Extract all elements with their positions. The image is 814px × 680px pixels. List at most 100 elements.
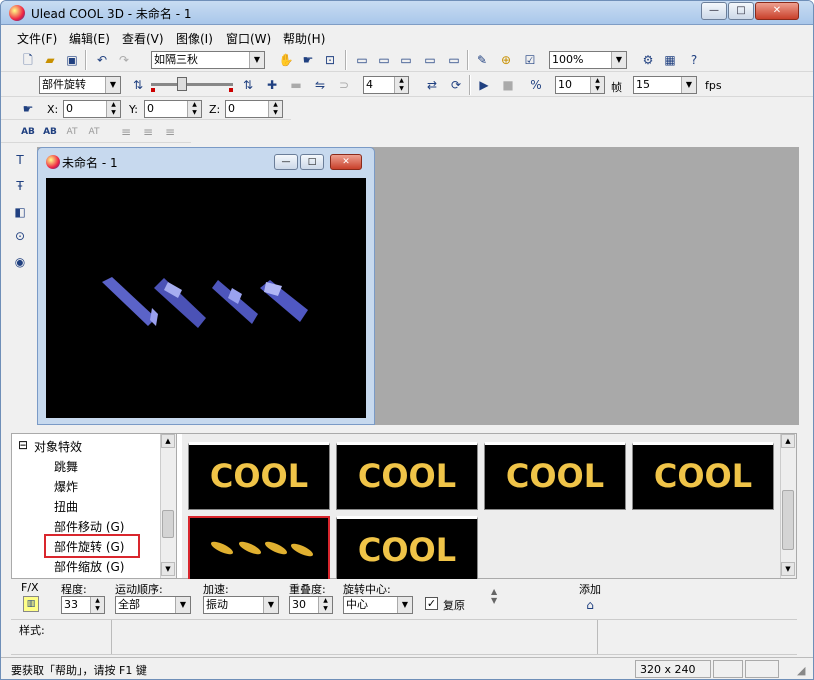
minimize-button[interactable]: — (701, 2, 727, 20)
tree-collapse-icon[interactable]: ⊟ (18, 438, 28, 452)
insert-text-icon[interactable]: T (11, 151, 29, 169)
thumbnail-selected[interactable] (188, 516, 330, 584)
effect-select[interactable]: 部件旋转 ▼ (39, 76, 121, 94)
view-front-icon[interactable]: ▭ (353, 51, 371, 69)
y-stepper[interactable]: 0 ▲ ▼ (144, 100, 202, 118)
close-button[interactable]: ✕ (755, 2, 799, 20)
spin-arrows-icon[interactable]: ▲ ▼ (268, 101, 282, 117)
scroll-thumb[interactable] (162, 510, 174, 538)
spin-arrows-icon[interactable]: ▲ ▼ (590, 77, 604, 93)
degree-stepper[interactable]: 33 ▲ ▼ (61, 596, 105, 614)
help-cursor-icon[interactable]: ? (685, 51, 703, 69)
text-style-2-icon[interactable]: AB (41, 123, 59, 141)
thumbnail[interactable]: COOL (336, 442, 478, 510)
insert-object-icon[interactable]: ◧ (11, 203, 29, 221)
open-folder-icon[interactable]: ▰ (41, 51, 59, 69)
thumbnail[interactable]: COOL (484, 442, 626, 510)
edit-text-icon[interactable]: Ŧ (11, 177, 29, 195)
new-file-icon[interactable]: 🗋 (19, 51, 37, 69)
tree-scrollbar[interactable]: ▲ ▼ (160, 434, 176, 578)
remove-keyframe-icon[interactable]: ▬ (287, 76, 305, 94)
tree-item[interactable]: 部件缩放 (G) (54, 558, 124, 575)
text-style-3-icon[interactable]: AT (63, 123, 81, 141)
view-back-icon[interactable]: ▭ (445, 51, 463, 69)
tree-item[interactable]: 爆炸 (54, 478, 78, 495)
timeline-end-icon[interactable]: ⇅ (239, 76, 257, 94)
text-style-1-icon[interactable]: AB (19, 123, 37, 141)
tree-root[interactable]: 对象特效 (34, 438, 82, 455)
view-top-icon[interactable]: ▭ (397, 51, 415, 69)
tree-item[interactable]: 部件移动 (G) (54, 518, 124, 535)
view-bottom-icon[interactable]: ▭ (421, 51, 439, 69)
menu-file[interactable]: 文件(F) (17, 30, 57, 47)
loop-icon[interactable]: ⟳ (447, 76, 465, 94)
maximize-button[interactable]: □ (728, 2, 754, 20)
fx-toggle-icon[interactable]: ▥ (23, 596, 39, 612)
align-center-icon[interactable]: ≡ (139, 123, 157, 141)
scroll-down-icon[interactable]: ▼ (781, 562, 795, 576)
scroll-down-icon[interactable]: ▼ (161, 562, 175, 576)
tree-item[interactable]: 跳舞 (54, 458, 78, 475)
resize-icon[interactable]: ⊡ (321, 51, 339, 69)
globe-icon[interactable]: ⊕ (497, 51, 515, 69)
reset-checkbox[interactable]: ✓ (425, 597, 438, 610)
text-style-4-icon[interactable]: AT (85, 123, 103, 141)
preset-select[interactable]: 如隔三秋 ▼ (151, 51, 265, 69)
play-icon[interactable]: ▶ (475, 76, 493, 94)
thumbnail[interactable]: COOL (188, 442, 330, 510)
spin-arrows-icon[interactable]: ▲ ▼ (318, 597, 332, 613)
frame-count-stepper[interactable]: 10 ▲ ▼ (555, 76, 605, 94)
swap-icon[interactable]: ⇄ (423, 76, 441, 94)
reverse-keyframe-icon[interactable]: ⇋ (311, 76, 329, 94)
geometry-icon[interactable]: ◉ (11, 253, 29, 271)
gallery-icon[interactable]: ▦ (661, 51, 679, 69)
doc-minimize-button[interactable]: — (274, 154, 298, 170)
add-house-icon[interactable]: ⌂ (581, 596, 599, 614)
z-stepper[interactable]: 0 ▲ ▼ (225, 100, 283, 118)
accel-select[interactable]: 振动 ▼ (203, 596, 279, 614)
timeline-slider[interactable] (151, 77, 233, 93)
tree-item[interactable]: 扭曲 (54, 498, 78, 515)
tool-icon[interactable]: ✎ (473, 51, 491, 69)
position-icon[interactable]: ☛ (19, 100, 37, 118)
align-right-icon[interactable]: ≡ (161, 123, 179, 141)
thumbnail-scrollbar[interactable]: ▲ ▼ (780, 434, 796, 578)
menu-window[interactable]: 窗口(W) (226, 30, 271, 47)
hand-move-icon[interactable]: ✋ (277, 51, 295, 69)
scroll-up-icon[interactable]: ▲ (161, 434, 175, 448)
percent-icon[interactable]: % (527, 76, 545, 94)
align-left-icon[interactable]: ≡ (117, 123, 135, 141)
spin-arrows-icon[interactable]: ▲ ▼ (106, 101, 120, 117)
spin-arrows-icon[interactable]: ▲ ▼ (394, 77, 408, 93)
overlap-stepper[interactable]: 30 ▲ ▼ (289, 596, 333, 614)
center-select[interactable]: 中心 ▼ (343, 596, 413, 614)
zoom-select[interactable]: 100% ▼ (549, 51, 627, 69)
order-select[interactable]: 全部 ▼ (115, 596, 191, 614)
spin-arrows-icon[interactable]: ▲ ▼ (187, 101, 201, 117)
thumbnail[interactable]: COOL (336, 516, 478, 584)
doc-close-button[interactable]: ✕ (330, 154, 362, 170)
doc-maximize-button[interactable]: □ (300, 154, 324, 170)
save-icon[interactable]: ▣ (63, 51, 81, 69)
redo-icon[interactable]: ↷ (115, 51, 133, 69)
timeline-start-icon[interactable]: ⇅ (129, 76, 147, 94)
menu-image[interactable]: 图像(I) (176, 30, 213, 47)
add-keyframe-icon[interactable]: ✚ (263, 76, 281, 94)
plugin-icon[interactable]: ⚙ (639, 51, 657, 69)
select-object-icon[interactable]: ⊙ (11, 227, 29, 245)
render-canvas[interactable] (46, 178, 366, 418)
x-stepper[interactable]: 0 ▲ ▼ (63, 100, 121, 118)
menu-edit[interactable]: 编辑(E) (69, 30, 110, 47)
spin-arrows-icon[interactable]: ▲ ▼ (90, 597, 104, 613)
frame-stepper[interactable]: 4 ▲ ▼ (363, 76, 409, 94)
undo-icon[interactable]: ↶ (93, 51, 111, 69)
view-side-icon[interactable]: ▭ (375, 51, 393, 69)
scroll-arrows-icon[interactable]: ▲ ▼ (491, 587, 497, 605)
menu-help[interactable]: 帮助(H) (283, 30, 325, 47)
stop-icon[interactable]: ■ (499, 76, 517, 94)
checkbox-icon[interactable]: ☑ (521, 51, 539, 69)
menu-view[interactable]: 查看(V) (122, 30, 164, 47)
thumbnail[interactable]: COOL (632, 442, 774, 510)
slider-thumb[interactable] (177, 77, 187, 91)
resize-grip-icon[interactable]: ◢ (797, 664, 805, 677)
